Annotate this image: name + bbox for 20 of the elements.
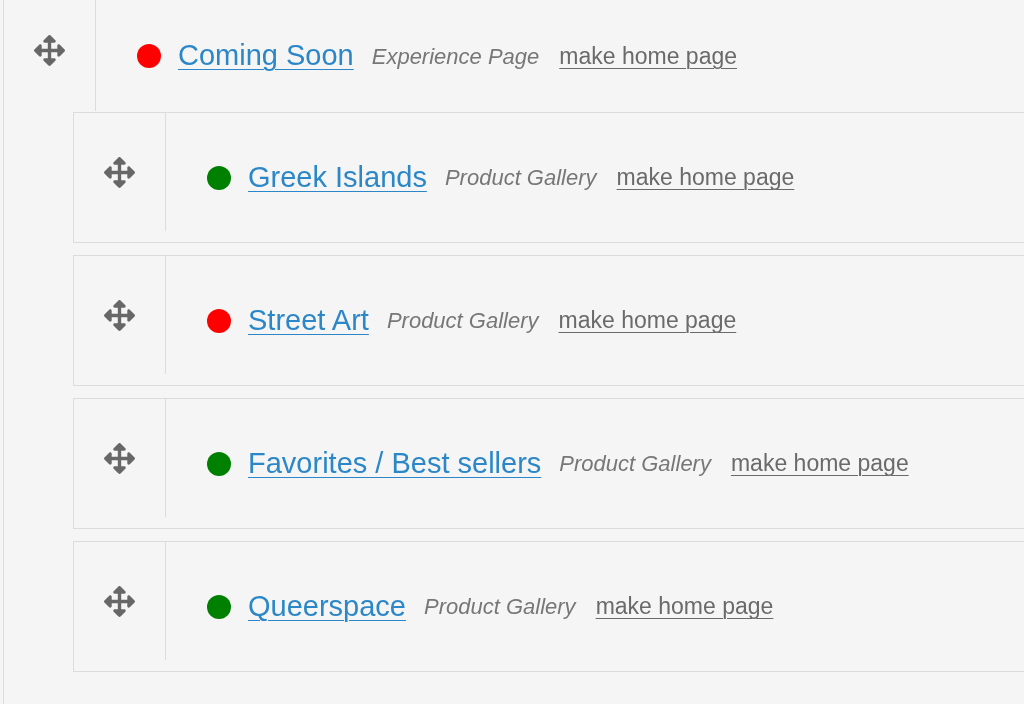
move-handle-icon[interactable] bbox=[104, 442, 135, 474]
make-home-page-link[interactable]: make home page bbox=[595, 589, 774, 624]
page-type-label: Product Gallery bbox=[559, 450, 711, 478]
make-home-page-link[interactable]: make home page bbox=[616, 160, 795, 195]
page-title-link[interactable]: Greek Islands bbox=[248, 155, 427, 200]
page-type-label: Product Gallery bbox=[444, 164, 597, 192]
move-handle-icon[interactable] bbox=[104, 299, 135, 331]
make-home-page-link[interactable]: make home page bbox=[730, 446, 909, 481]
make-home-page-link[interactable]: make home page bbox=[559, 38, 737, 74]
move-handle-icon[interactable] bbox=[104, 585, 135, 617]
page-type-label: Product Gallery bbox=[424, 593, 576, 621]
page-title-link[interactable]: Queerspace bbox=[248, 584, 406, 629]
move-handle-icon[interactable] bbox=[104, 156, 135, 188]
page-type-label: Product Gallery bbox=[386, 307, 539, 335]
page-title-link[interactable]: Coming Soon bbox=[178, 34, 354, 78]
page-type-label: Experience Page bbox=[371, 42, 540, 71]
page-title-link[interactable]: Favorites / Best sellers bbox=[248, 441, 542, 486]
make-home-page-link[interactable]: make home page bbox=[558, 303, 737, 338]
page-title-link[interactable]: Street Art bbox=[248, 298, 369, 343]
move-handle-icon[interactable] bbox=[34, 35, 65, 66]
